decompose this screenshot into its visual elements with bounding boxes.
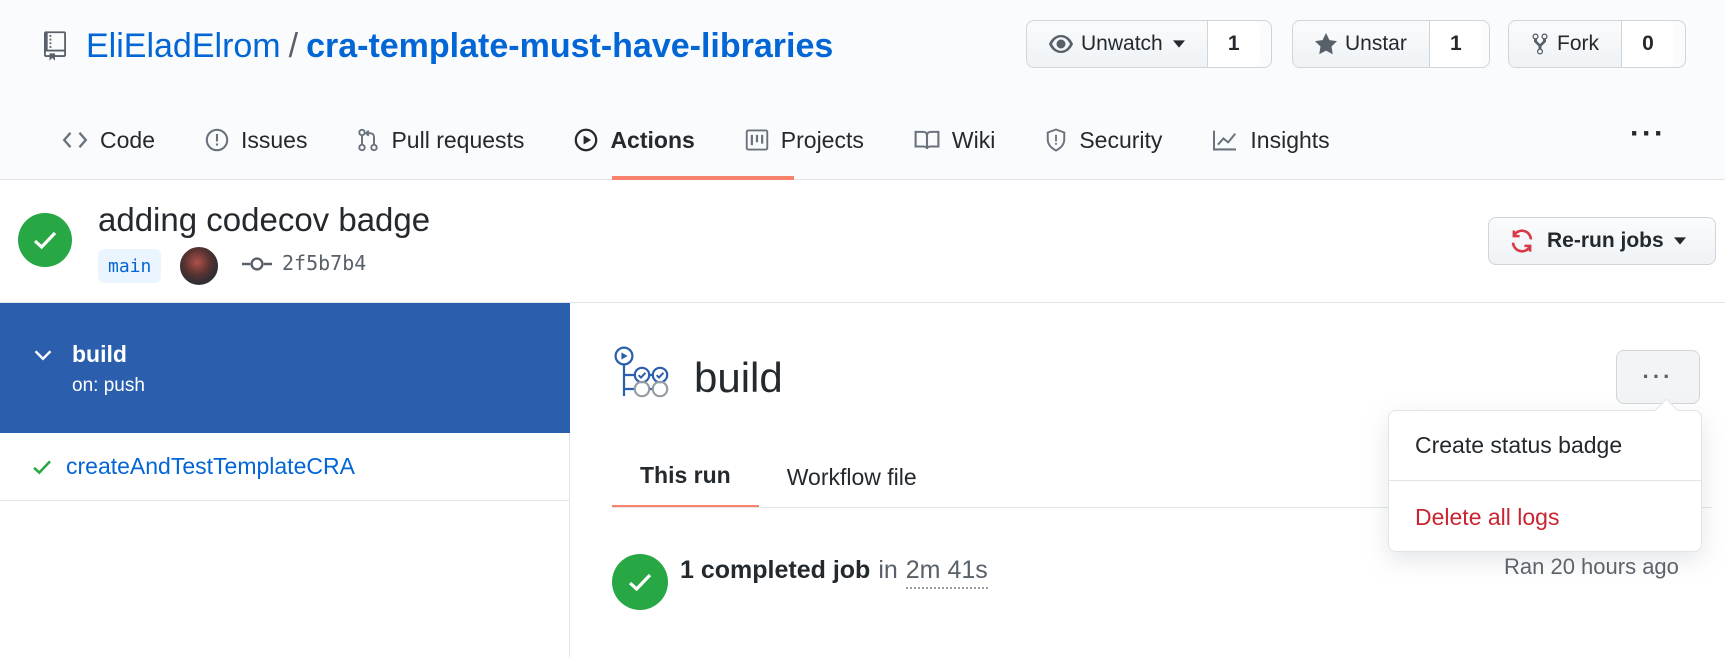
repo-path-separator: / — [288, 26, 299, 65]
tab-pull-requests[interactable]: Pull requests — [357, 114, 524, 166]
tab-workflow-file[interactable]: Workflow file — [759, 446, 945, 508]
fork-count[interactable]: 0 — [1622, 21, 1674, 67]
shield-icon — [1047, 128, 1066, 152]
project-icon — [745, 129, 769, 151]
run-duration: 2m 41s — [905, 556, 988, 589]
menu-item-create-status-badge[interactable]: Create status badge — [1389, 411, 1701, 481]
star-count[interactable]: 1 — [1429, 21, 1482, 67]
repo-icon — [44, 30, 70, 62]
repo-nav-tabs: Code Issues Pull requests Actions Projec… — [62, 114, 1380, 180]
watch-count[interactable]: 1 — [1207, 21, 1260, 67]
jobs-summary: 1 completed job in 2m 41s — [680, 556, 988, 589]
rerun-jobs-button[interactable]: Re-run jobs — [1488, 217, 1716, 265]
fork-button-group: Fork 0 — [1508, 20, 1686, 68]
workflow-summary-item[interactable]: build on: push — [0, 303, 570, 433]
tab-security[interactable]: Security — [1045, 114, 1162, 166]
workflow-icon — [614, 346, 669, 398]
workflow-title: build — [694, 354, 783, 401]
tab-insights[interactable]: Insights — [1212, 114, 1330, 166]
unwatch-button[interactable]: Unwatch — [1027, 21, 1208, 67]
tab-this-run[interactable]: This run — [612, 446, 759, 508]
workflow-name: build — [72, 341, 127, 367]
git-commit-icon — [242, 257, 272, 271]
tab-label: Projects — [780, 126, 864, 153]
tab-label: Security — [1079, 126, 1163, 153]
summary-in-text: in — [878, 556, 898, 584]
run-timestamp: Ran 20 hours ago — [1504, 554, 1679, 579]
tab-projects[interactable]: Projects — [745, 114, 864, 166]
tab-issues[interactable]: Issues — [205, 114, 307, 166]
jobs-success-icon — [612, 554, 668, 610]
check-icon — [33, 460, 51, 474]
fork-button[interactable]: Fork — [1509, 21, 1622, 67]
tab-label: Insights — [1250, 126, 1330, 153]
chevron-down-icon — [1673, 237, 1686, 245]
star-icon — [1315, 33, 1337, 55]
chevron-down-icon — [34, 350, 52, 361]
tab-code[interactable]: Code — [62, 114, 155, 166]
active-tab-indicator — [612, 176, 794, 180]
avatar[interactable] — [178, 245, 220, 287]
workflow-menu-button[interactable]: ··· — [1616, 350, 1700, 404]
job-label: createAndTestTemplateCRA — [66, 453, 355, 479]
unwatch-label: Unwatch — [1081, 32, 1163, 55]
watch-button-group: Unwatch 1 — [1026, 20, 1272, 68]
eye-icon — [1049, 35, 1073, 53]
play-icon — [575, 128, 598, 152]
chevron-down-icon — [1172, 40, 1185, 48]
kebab-horizontal-icon: ··· — [1642, 364, 1674, 389]
workflow-dropdown-menu: Create status badge Delete all logs — [1388, 410, 1702, 552]
tab-label: Code — [100, 126, 155, 153]
tab-label: Issues — [240, 126, 308, 153]
menu-item-delete-all-logs[interactable]: Delete all logs — [1389, 482, 1701, 552]
commit-sha-link[interactable]: 2f5b7b4 — [282, 251, 366, 275]
repo-forked-icon — [1532, 33, 1548, 55]
branch-label[interactable]: main — [98, 249, 162, 283]
issue-opened-icon — [205, 128, 229, 152]
rerun-label: Re-run jobs — [1547, 229, 1664, 252]
tab-label: Wiki — [951, 126, 996, 153]
run-subtabs: This run Workflow file — [612, 446, 945, 508]
tab-label: Actions — [610, 126, 695, 153]
jobs-sidebar: build on: push createAndTestTemplateCRA — [0, 303, 570, 657]
run-header: adding codecov badge main 2f5b7b4 Re-run… — [0, 181, 1725, 303]
fork-label: Fork — [1557, 32, 1599, 55]
code-icon — [62, 132, 88, 148]
workflow-trigger: on: push — [72, 375, 145, 396]
tab-wiki[interactable]: Wiki — [914, 114, 995, 166]
repo-header: EliEladElrom / cra-template-must-have-li… — [0, 0, 1725, 180]
completed-jobs-text: 1 completed job — [680, 556, 871, 584]
graph-icon — [1213, 130, 1237, 151]
run-success-icon — [18, 213, 72, 267]
tab-label: Pull requests — [391, 126, 525, 153]
unstar-button[interactable]: Unstar — [1293, 21, 1430, 67]
job-item-createandtesttemplatecra[interactable]: createAndTestTemplateCRA — [0, 433, 570, 501]
repo-title: EliEladElrom / cra-template-must-have-li… — [44, 22, 833, 70]
tab-actions[interactable]: Actions — [574, 114, 695, 166]
star-button-group: Unstar 1 — [1292, 20, 1490, 68]
sync-icon — [1511, 229, 1533, 253]
repo-owner-link[interactable]: EliEladElrom — [86, 27, 281, 66]
git-pull-request-icon — [358, 128, 379, 152]
unstar-label: Unstar — [1345, 32, 1407, 55]
run-title: adding codecov badge — [98, 201, 431, 238]
more-options-icon[interactable]: ··· — [1630, 119, 1666, 149]
repo-name-link[interactable]: cra-template-must-have-libraries — [306, 27, 833, 66]
book-icon — [914, 130, 940, 150]
